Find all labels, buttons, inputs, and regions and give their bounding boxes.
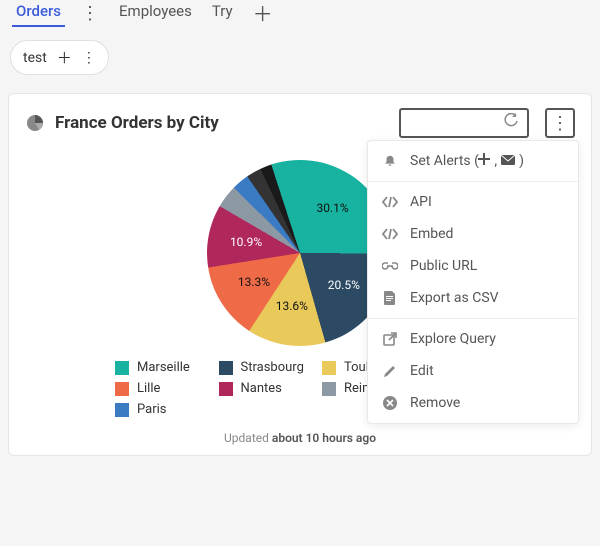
legend-label: Nantes [241, 381, 282, 396]
menu-label: Embed [410, 226, 453, 242]
menu-separator [368, 318, 578, 319]
kebab-icon[interactable]: ⋮ [82, 50, 96, 66]
link-icon [382, 258, 398, 274]
legend-swatch [115, 382, 129, 396]
tab-bar: Orders ⋮ Employees Try ＋ [0, 0, 600, 28]
legend-item[interactable]: Marseille [115, 360, 205, 375]
external-link-icon [382, 331, 398, 347]
tab-orders[interactable]: Orders [16, 2, 61, 26]
menu-label: Explore Query [410, 331, 496, 347]
pie-slice-label: 10.9% [230, 235, 262, 249]
updated-timestamp: Updated about 10 hours ago [25, 425, 575, 447]
legend-swatch [115, 361, 129, 375]
card-menu: Set Alerts ( , ) API [367, 140, 579, 424]
embed-icon [382, 226, 398, 242]
file-icon [382, 290, 398, 306]
menu-embed[interactable]: Embed [368, 218, 578, 250]
menu-set-alerts[interactable]: Set Alerts ( , ) [368, 145, 578, 177]
menu-label: Export as CSV [410, 290, 499, 306]
menu-label: API [410, 194, 432, 210]
menu-separator [368, 181, 578, 182]
legend-label: Strasbourg [241, 360, 304, 375]
legend-swatch [219, 382, 233, 396]
filter-pill[interactable]: test ＋ ⋮ [10, 40, 109, 75]
pencil-icon [382, 363, 398, 379]
refresh-dropdown[interactable] [399, 108, 529, 138]
legend-label: Paris [137, 402, 166, 417]
pie-chart: 30.1% 20.5% 13.6% 13.3% 10.9% [207, 160, 393, 346]
legend-item[interactable]: Strasbourg [219, 360, 309, 375]
menu-export-csv[interactable]: Export as CSV [368, 282, 578, 314]
legend-swatch [322, 361, 336, 375]
tab-options-icon[interactable]: ⋮ [81, 5, 99, 23]
pie-slice-label: 30.1% [316, 201, 348, 215]
add-tab-button[interactable]: ＋ [253, 4, 273, 24]
kebab-icon: ⋮ [551, 113, 569, 134]
filter-pill-label: test [23, 50, 47, 66]
refresh-icon [503, 113, 519, 133]
menu-edit[interactable]: Edit [368, 355, 578, 387]
tab-employees[interactable]: Employees [119, 2, 192, 26]
legend-label: Lille [137, 381, 160, 396]
tab-try[interactable]: Try [212, 2, 233, 26]
plus-icon[interactable]: ＋ [57, 47, 72, 68]
menu-public-url[interactable]: Public URL [368, 250, 578, 282]
card-menu-button[interactable]: ⋮ [545, 108, 575, 138]
legend-swatch [322, 382, 336, 396]
slack-icon [478, 153, 490, 169]
pie-slice-label: 13.3% [238, 275, 270, 289]
remove-icon [382, 395, 398, 411]
legend-item[interactable]: Lille [115, 381, 205, 396]
bell-icon [382, 153, 398, 169]
menu-remove[interactable]: Remove [368, 387, 578, 419]
legend-item[interactable]: Nantes [219, 381, 309, 396]
card-header: France Orders by City ⋮ [25, 108, 575, 138]
menu-explore-query[interactable]: Explore Query [368, 323, 578, 355]
card-title: France Orders by City [55, 113, 389, 133]
chart-card: France Orders by City ⋮ Set Alerts ( [8, 93, 592, 456]
pie-slice-label: 20.5% [328, 278, 360, 292]
pie-slice-label: 13.6% [276, 299, 308, 313]
filter-row: test ＋ ⋮ [0, 28, 600, 87]
legend-item[interactable]: Paris [115, 402, 205, 417]
mail-icon [501, 153, 515, 169]
menu-label: Remove [410, 395, 460, 411]
legend-swatch [219, 361, 233, 375]
code-icon [382, 194, 398, 210]
menu-api[interactable]: API [368, 186, 578, 218]
legend-swatch [115, 403, 129, 417]
pie-chart-icon [25, 113, 45, 133]
menu-label: Public URL [410, 258, 477, 274]
menu-label: Edit [410, 363, 434, 379]
legend-label: Marseille [137, 360, 190, 375]
menu-label: Set Alerts ( , ) [410, 153, 524, 169]
